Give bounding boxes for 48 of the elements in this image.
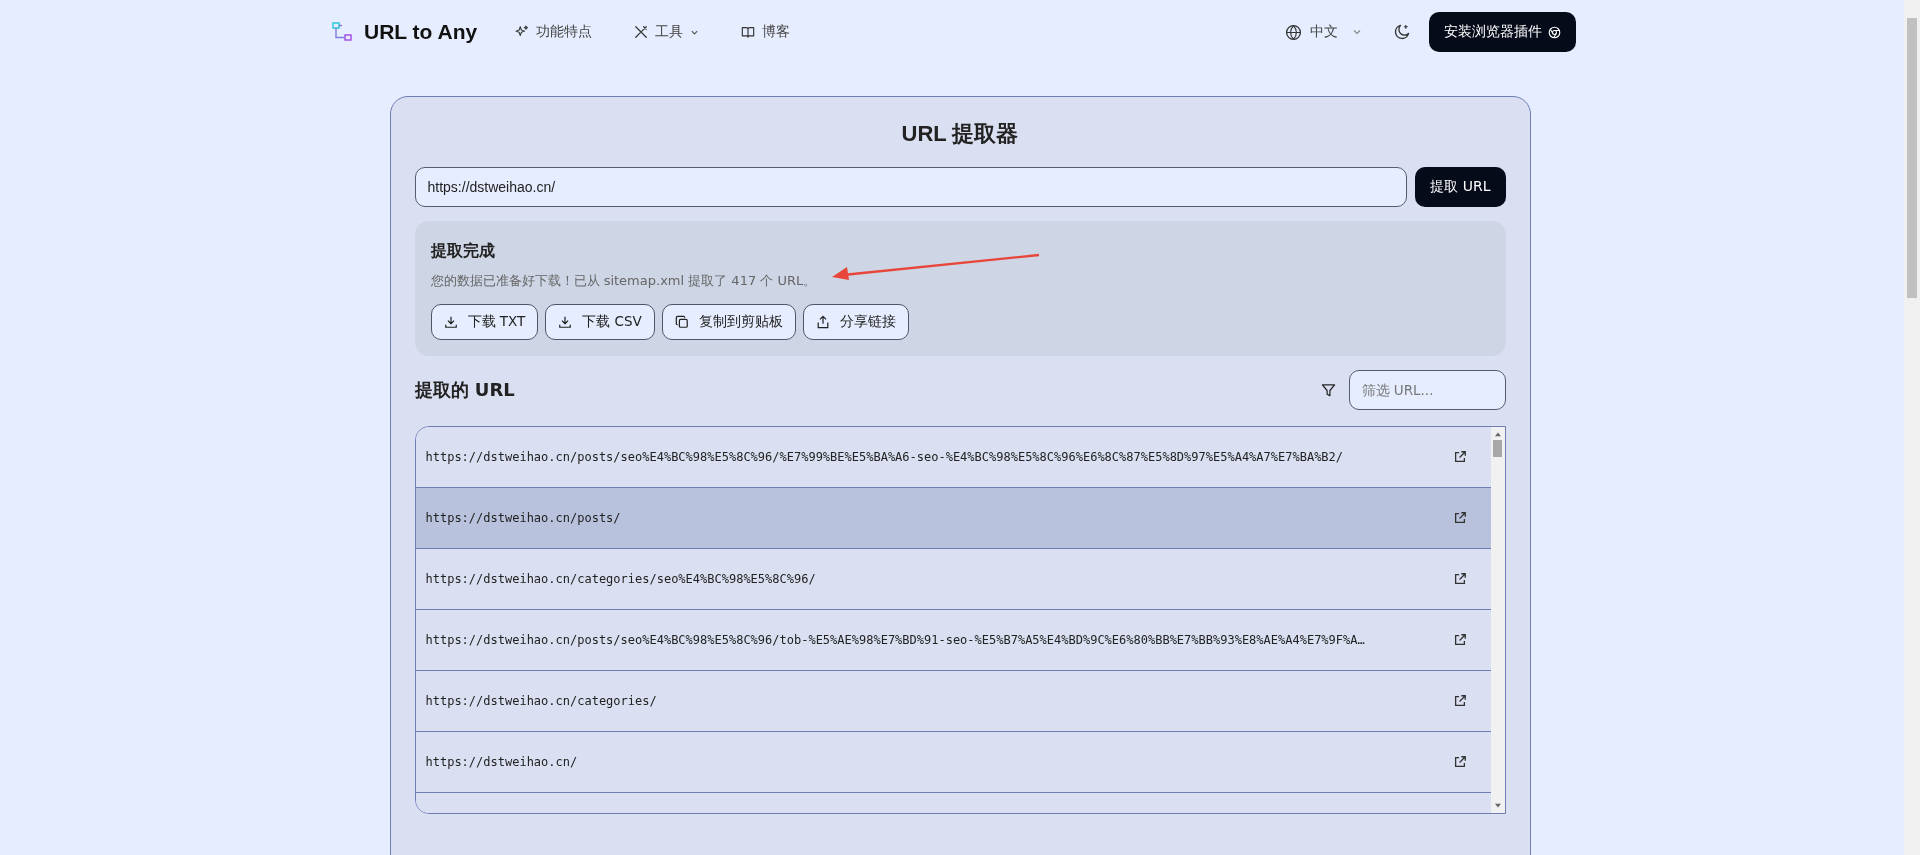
action-button[interactable]: 分享链接 xyxy=(802,304,909,340)
page-title: URL 提取器 xyxy=(900,120,1020,148)
action-button[interactable]: 复制到剪贴板 xyxy=(661,304,796,340)
book-icon xyxy=(741,25,756,39)
extract-url-button[interactable]: 提取 URL xyxy=(1415,167,1506,207)
url-input-field[interactable]: https://dstweihao.cn/ xyxy=(414,167,1408,207)
url-text: https://dstweihao.cn/categories/ xyxy=(425,694,657,708)
external-link-icon[interactable] xyxy=(1452,511,1467,525)
external-link-icon[interactable] xyxy=(1452,755,1467,769)
language-selector[interactable]: 中文 xyxy=(1285,23,1362,41)
result-message: 您的数据已准备好下载！已从 sitemap.xml 提取了 417 个 URL。 xyxy=(430,272,818,290)
url-text: https://dstweihao.cn/posts/ xyxy=(425,511,621,525)
nav-link[interactable]: 工具 xyxy=(634,23,700,41)
scroll-up-icon[interactable] xyxy=(1493,431,1502,437)
url-row[interactable]: https://dstweihao.cn/posts/seo%E4%BC%98%E5%8C%96/%E7%99%BE%E5%BA%A6-seo-%E4%BC%98%E5%8C%96%E6%8C%87%E5%8D%97%E5%A4%A7%E7%BA%B2/ xyxy=(415,427,1491,488)
scroll-thumb[interactable] xyxy=(1493,440,1502,457)
share-icon xyxy=(815,315,830,329)
moon-icon[interactable] xyxy=(1392,22,1411,42)
download-icon xyxy=(558,315,573,329)
sparkle-icon xyxy=(515,25,530,39)
globe-icon xyxy=(1285,23,1302,41)
result-title: 提取完成 xyxy=(430,241,496,262)
url-text: https://dstweihao.cn/posts/seo%E4%BC%98%E5%8C%96/%E7%99%BE%E5%BA%A6-seo-%E4%BC%98%E5%8C%96%E6%8C%87%E5%8D%97%E5%A4%A7%E7%BA%B2/ xyxy=(425,450,1344,464)
chevron-down-icon xyxy=(1352,27,1362,37)
list-title: 提取的 URL xyxy=(414,378,515,402)
filter-icon xyxy=(1320,382,1336,398)
url-text: https://dstweihao.cn/ xyxy=(425,755,578,769)
copy-icon xyxy=(674,315,689,329)
external-link-icon[interactable] xyxy=(1452,572,1467,586)
action-button[interactable]: 下载 CSV xyxy=(545,304,655,340)
logo-icon xyxy=(332,22,352,42)
external-link-icon[interactable] xyxy=(1452,450,1467,464)
download-icon xyxy=(443,315,458,329)
action-button[interactable]: 下载 TXT xyxy=(430,304,539,340)
scroll-down-icon[interactable] xyxy=(1493,803,1502,809)
page-scrollbar[interactable] xyxy=(1904,0,1920,855)
nav-link[interactable]: 博客 xyxy=(741,23,791,41)
url-row[interactable]: https://dstweihao.cn/posts/ xyxy=(415,488,1491,549)
external-link-icon[interactable] xyxy=(1452,694,1467,708)
nav-link[interactable]: 功能特点 xyxy=(515,23,593,41)
install-extension-button[interactable]: 安装浏览器插件 xyxy=(1429,12,1576,52)
url-text: https://dstweihao.cn/posts/seo%E4%BC%98%E5%8C%96/tob-%E5%AE%98%E7%BD%91-seo-%E5%B7%A5%E4%BD%9C%E6%80%BB%E7%BB%93%E8%AE%A4%E7%9F%A… xyxy=(425,633,1365,647)
site-logo[interactable]: URL to Any xyxy=(364,20,478,44)
filter-field[interactable]: 筛选 URL... xyxy=(1348,370,1506,410)
tools-icon xyxy=(634,25,649,39)
url-text: https://dstweihao.cn/categories/seo%E4%BC%98%E5%8C%96/ xyxy=(425,572,816,586)
chrome-icon xyxy=(1548,25,1561,39)
external-link-icon[interactable] xyxy=(1452,633,1467,647)
